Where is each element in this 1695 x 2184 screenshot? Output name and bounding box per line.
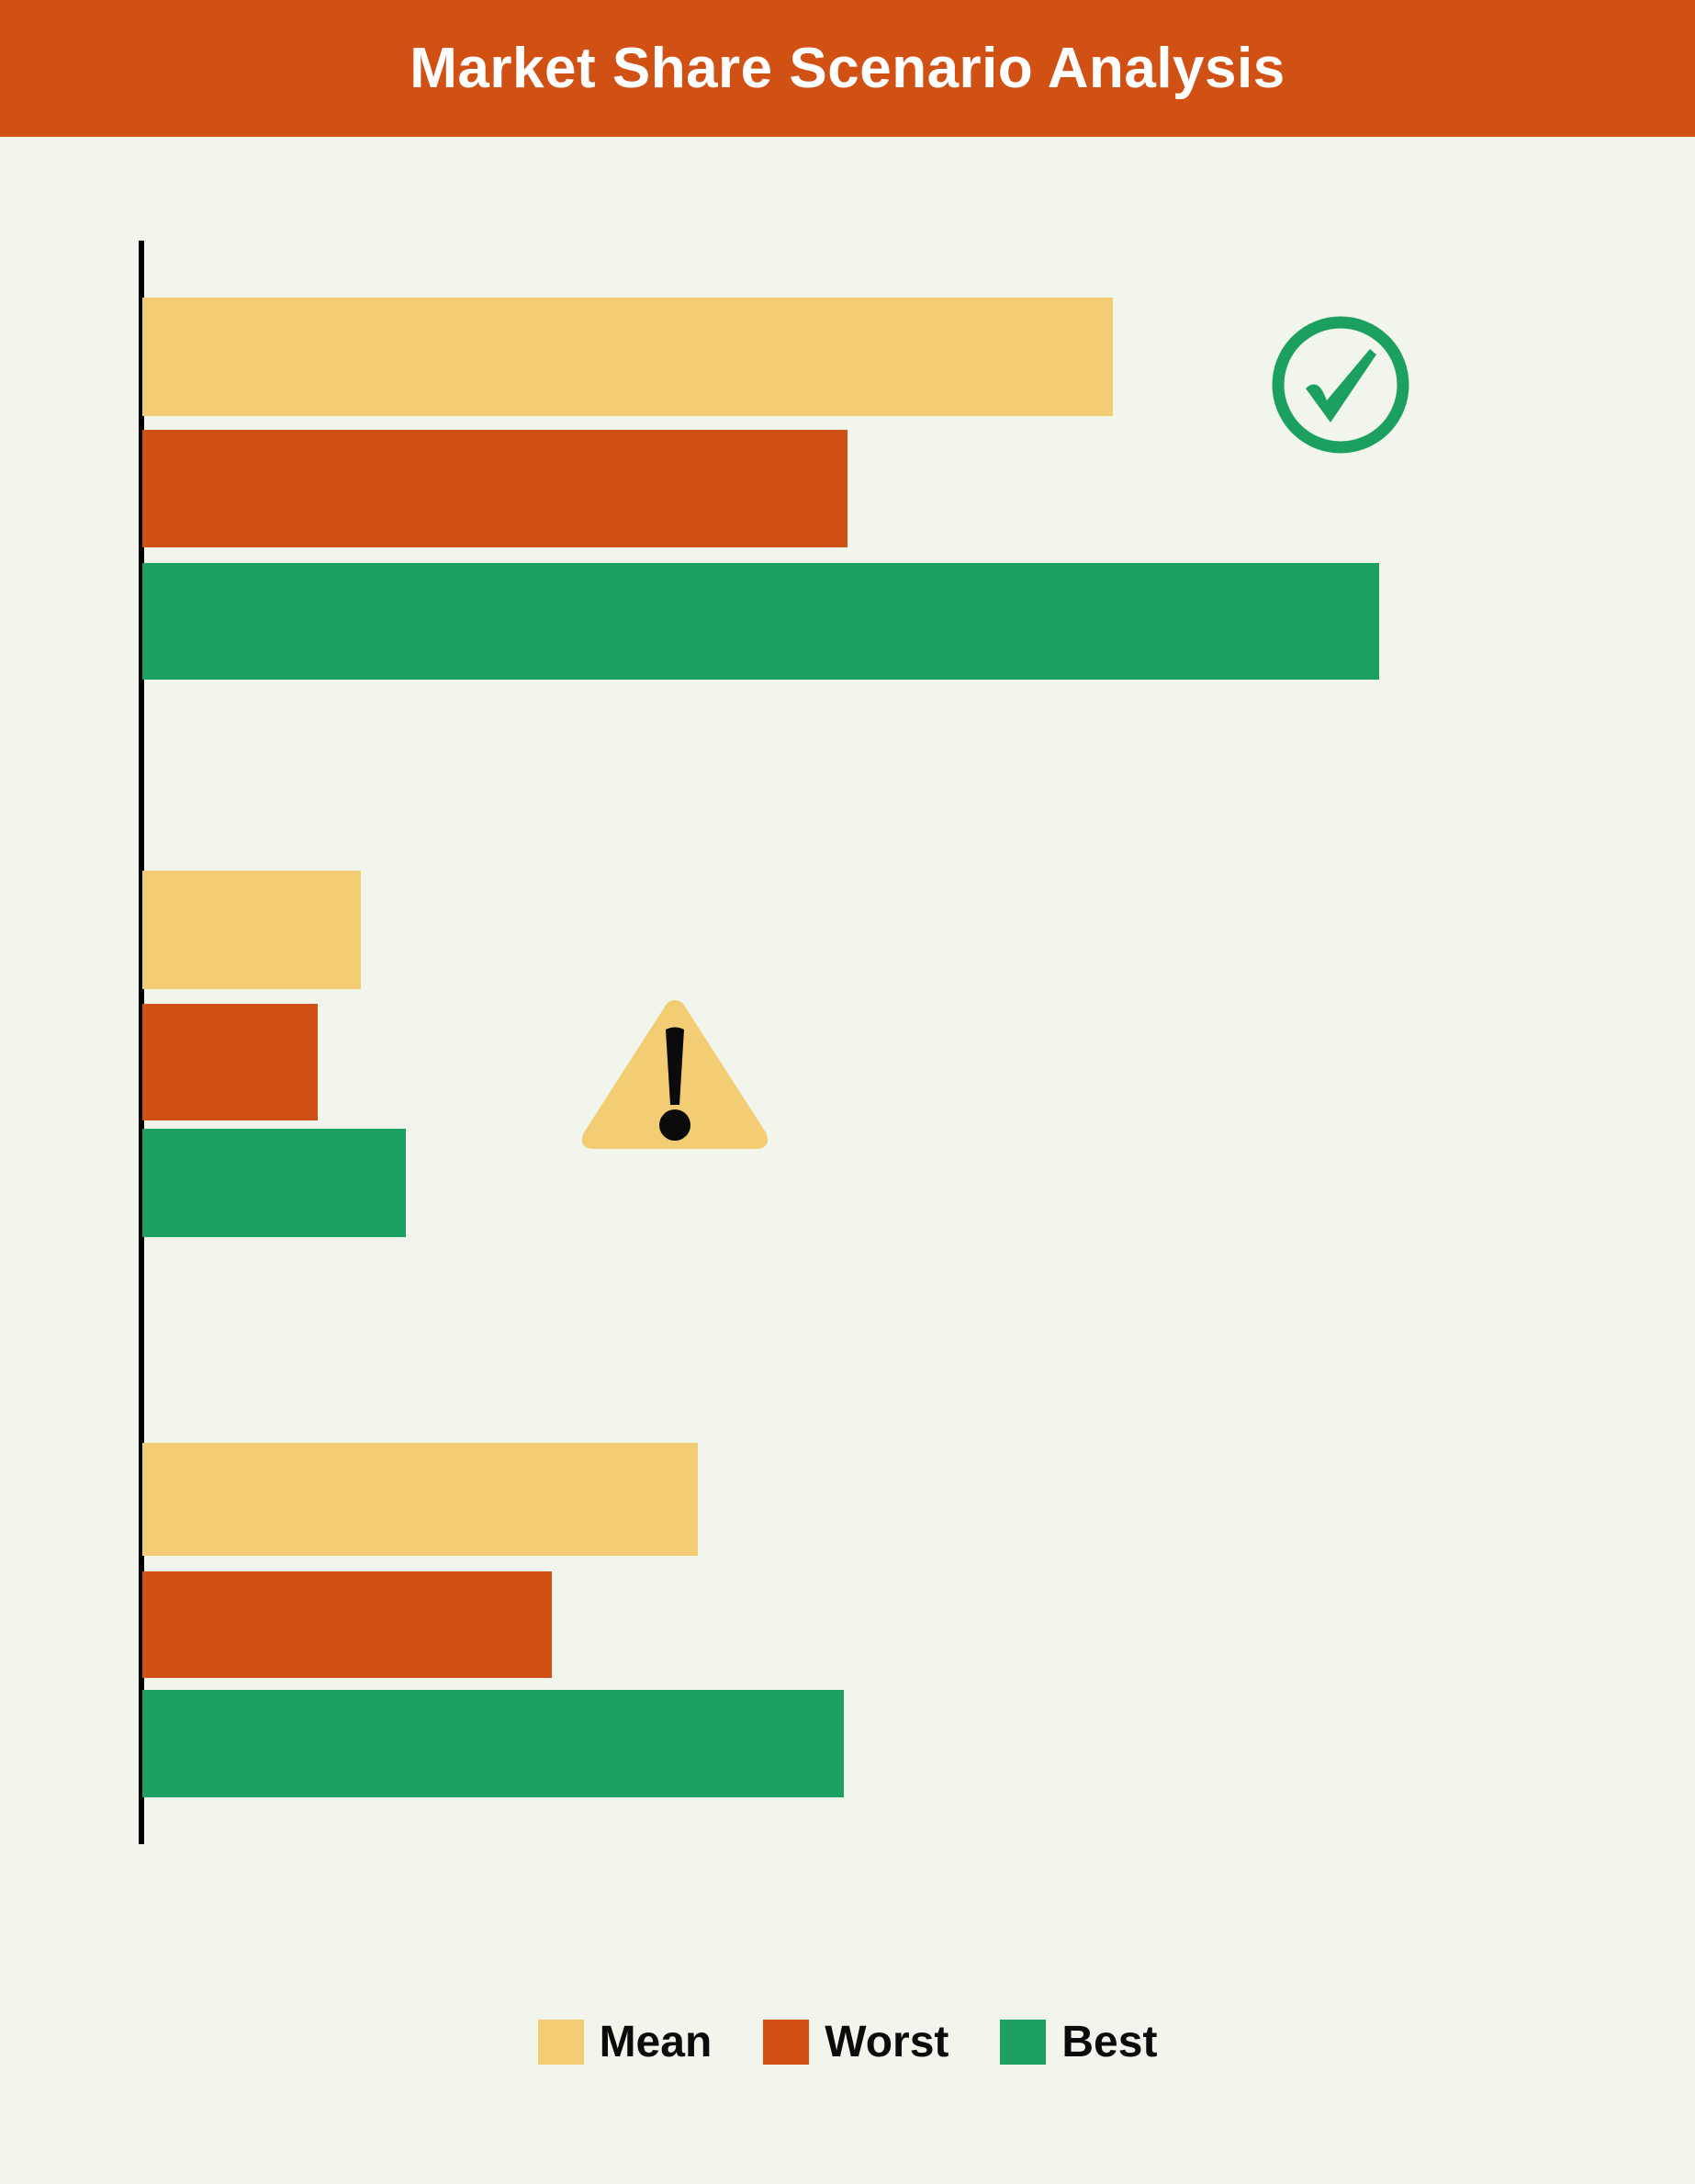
check-circle-icon	[1268, 312, 1413, 457]
title-header-bar: Market Share Scenario Analysis	[0, 0, 1695, 137]
bar-mean-group0	[142, 298, 1113, 416]
bar-best-group2	[142, 1690, 844, 1797]
legend-item-mean[interactable]: Mean	[537, 2017, 713, 2067]
legend-label-mean: Mean	[599, 2018, 713, 2066]
legend-swatch-worst	[763, 2020, 810, 2065]
chart-legend: Mean Worst Best	[0, 2017, 1695, 2067]
legend-item-best[interactable]: Best	[1000, 2017, 1157, 2067]
bar-mean-group2	[142, 1443, 698, 1556]
chart-plot-area	[0, 137, 1695, 2020]
bar-worst-group1	[142, 1004, 318, 1120]
bar-best-group1	[142, 1129, 406, 1237]
page-title: Market Share Scenario Analysis	[410, 37, 1285, 100]
legend-swatch-mean	[537, 2020, 584, 2065]
legend-item-worst[interactable]: Worst	[763, 2017, 949, 2067]
bar-best-group0	[142, 563, 1379, 680]
legend-label-best: Best	[1061, 2018, 1158, 2066]
bar-worst-group0	[142, 430, 848, 547]
bar-worst-group2	[142, 1571, 552, 1678]
warning-triangle-icon	[579, 996, 770, 1153]
legend-label-worst: Worst	[825, 2018, 949, 2066]
bar-mean-group1	[142, 871, 361, 989]
legend-swatch-best	[1000, 2020, 1047, 2065]
